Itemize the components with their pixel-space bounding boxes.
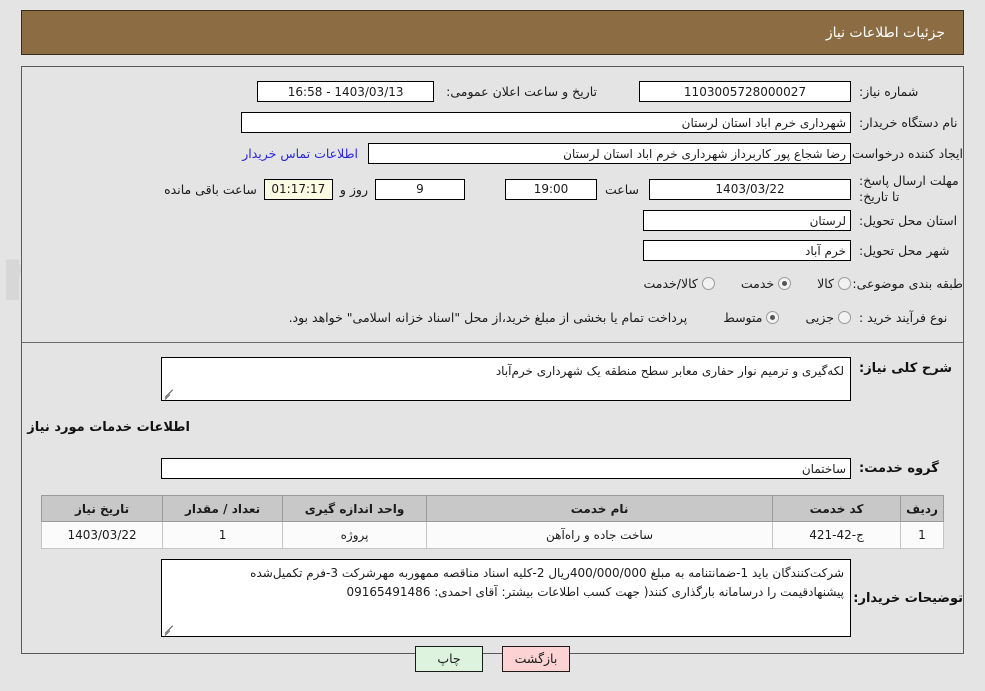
category-option-goods-service[interactable]: کالا/خدمت (643, 276, 715, 291)
deadline-hour-label: ساعت (604, 181, 639, 197)
table-header-cell: تعداد / مقدار (162, 495, 284, 522)
table-header-cell: واحد اندازه گیری (282, 495, 428, 522)
page-title: جزئیات اطلاعات نیاز (825, 24, 945, 41)
row-service-group: گروه خدمت: ساختمان (22, 456, 963, 481)
remaining-days-field[interactable]: 9 (374, 178, 465, 200)
buyer-notes-line-2: پیشنهادقیمت را درسامانه بارگذاری کنند( ج… (346, 584, 844, 599)
back-button[interactable]: بازگشت (502, 646, 570, 672)
service-group-field[interactable]: ساختمان (161, 458, 851, 479)
table-cell-date: 1403/03/22 (41, 521, 164, 549)
services-table: ردیف کد خدمت نام خدمت واحد اندازه گیری ت… (41, 495, 944, 549)
row-requester: ایجاد کننده درخواست: رضا شجاع پور کاربرد… (22, 141, 963, 166)
category-label: طبقه بندی موضوعی: (852, 276, 963, 291)
deadline-hour-field[interactable]: 19:00 (504, 178, 597, 200)
row-services-heading: اطلاعات خدمات مورد نیاز (22, 415, 963, 440)
services-heading: اطلاعات خدمات مورد نیاز (27, 420, 190, 435)
process-radio-group: جزیی متوسط (701, 310, 851, 325)
requester-field[interactable]: رضا شجاع پور کاربرداز شهرداری خرم اباد ا… (368, 143, 851, 164)
row-need-number: شماره نیاز: 1103005728000027 تاریخ و ساع… (22, 79, 963, 104)
category-option-service[interactable]: خدمت (740, 276, 792, 291)
remaining-time-field: 01:17:17 (263, 178, 333, 200)
city-label: شهر محل تحویل: (859, 243, 950, 258)
process-option-medium[interactable]: متوسط (723, 310, 780, 325)
process-option-minor[interactable]: جزیی (805, 310, 851, 325)
row-description: شرح کلی نیاز: لکه‌گیری و ترمیم نوار حفار… (22, 357, 963, 401)
table-header-cell: ردیف (900, 495, 944, 522)
description-textarea[interactable]: لکه‌گیری و ترمیم نوار حفاری معابر سطح من… (161, 357, 851, 401)
row-services-table: ردیف کد خدمت نام خدمت واحد اندازه گیری ت… (22, 495, 963, 549)
radio-icon[interactable] (838, 311, 851, 324)
table-header-row: ردیف کد خدمت نام خدمت واحد اندازه گیری ت… (41, 495, 944, 522)
table-header-cell: کد خدمت (772, 495, 902, 522)
deadline-date-field[interactable]: 1403/03/22 (649, 178, 851, 200)
print-button[interactable]: چاپ (415, 646, 483, 672)
row-city: شهر محل تحویل: خرم آباد (22, 238, 963, 263)
page-header-bar: جزئیات اطلاعات نیاز (21, 10, 964, 55)
requester-label: ایجاد کننده درخواست: (847, 146, 963, 161)
table-header-cell: نام خدمت (426, 495, 774, 522)
table-row: 1 ج-42-421 ساخت جاده و راه‌آهن پروژه 1 1… (41, 521, 944, 549)
row-buyer-notes: توضیحات خریدار: شرکت‌کنندگان باید 1-ضمان… (22, 559, 963, 653)
service-group-label: گروه خدمت: (859, 461, 939, 476)
buyer-notes-label: توضیحات خریدار: (853, 590, 963, 606)
province-label: استان محل تحویل: (859, 213, 958, 228)
form-section: شماره نیاز: 1103005728000027 تاریخ و ساع… (22, 79, 963, 342)
process-option-label: جزیی (805, 310, 834, 325)
table-header-cell: تاریخ نیاز (41, 495, 164, 522)
radio-icon[interactable] (701, 277, 715, 290)
radio-icon[interactable] (766, 311, 780, 324)
category-option-goods[interactable]: کالا (817, 276, 851, 291)
description-text: لکه‌گیری و ترمیم نوار حفاری معابر سطح من… (495, 364, 844, 378)
table-cell-unit: پروژه (282, 521, 428, 549)
need-number-field[interactable]: 1103005728000027 (639, 81, 851, 102)
table-cell-code: ج-42-421 (772, 521, 902, 549)
buyer-notes-textarea[interactable]: شرکت‌کنندگان باید 1-ضمانتنامه به مبلغ 40… (161, 559, 851, 637)
buyer-notes-line-1: شرکت‌کنندگان باید 1-ضمانتنامه به مبلغ 40… (250, 566, 844, 580)
row-deadline: مهلت ارسال پاسخ: تا تاریخ: 1403/03/22 سا… (22, 172, 963, 206)
province-field[interactable]: لرستان (643, 210, 851, 231)
process-option-label: متوسط (723, 310, 763, 325)
row-category: طبقه بندی موضوعی: کالا خدمت کالا/خدمت (22, 271, 963, 296)
radio-icon[interactable] (778, 277, 792, 290)
section-divider (22, 342, 963, 343)
footer-actions: بازگشت چاپ (0, 646, 985, 672)
resize-grip-icon[interactable] (164, 624, 175, 636)
buyer-org-field[interactable]: شهرداری خرم اباد استان لرستان (241, 112, 851, 133)
category-radio-group: کالا خدمت کالا/خدمت (621, 276, 851, 291)
process-note: پرداخت تمام یا بخشی از مبلغ خرید،از محل … (288, 310, 688, 325)
remaining-suffix-label: ساعت باقی مانده (164, 181, 257, 197)
category-option-label: کالا (817, 276, 834, 291)
table-cell-index: 1 (900, 521, 944, 549)
row-buyer-org: نام دستگاه خریدار: شهرداری خرم اباد استا… (22, 110, 963, 135)
days-and-label: روز و (339, 181, 368, 197)
deadline-label: مهلت ارسال پاسخ: تا تاریخ: (859, 173, 959, 204)
public-announce-field[interactable]: 1403/03/13 - 16:58 (257, 81, 435, 102)
radio-icon[interactable] (838, 277, 851, 290)
row-process: نوع فرآیند خرید : جزیی متوسط پرداخت تمام… (22, 305, 963, 330)
row-province: استان محل تحویل: لرستان (22, 208, 963, 233)
buyer-contact-link[interactable]: اطلاعات تماس خریدار (242, 146, 358, 161)
table-cell-name: ساخت جاده و راه‌آهن (426, 521, 774, 549)
public-announce-label: تاریخ و ساعت اعلان عمومی: (446, 84, 597, 99)
resize-grip-icon[interactable] (164, 388, 175, 400)
buyer-org-label: نام دستگاه خریدار: (859, 115, 958, 130)
requirements-section: شرح کلی نیاز: لکه‌گیری و ترمیم نوار حفار… (22, 357, 963, 653)
page-root: AriaTender.net جزئیات اطلاعات نیاز شماره… (0, 0, 985, 691)
need-number-label: شماره نیاز: (859, 84, 919, 99)
category-option-label: کالا/خدمت (643, 276, 698, 291)
category-option-label: خدمت (740, 276, 775, 291)
process-label: نوع فرآیند خرید : (859, 310, 948, 325)
details-panel: شماره نیاز: 1103005728000027 تاریخ و ساع… (21, 66, 964, 654)
city-field[interactable]: خرم آباد (643, 240, 851, 261)
table-cell-quantity: 1 (162, 521, 284, 549)
description-label: شرح کلی نیاز: (859, 361, 953, 376)
